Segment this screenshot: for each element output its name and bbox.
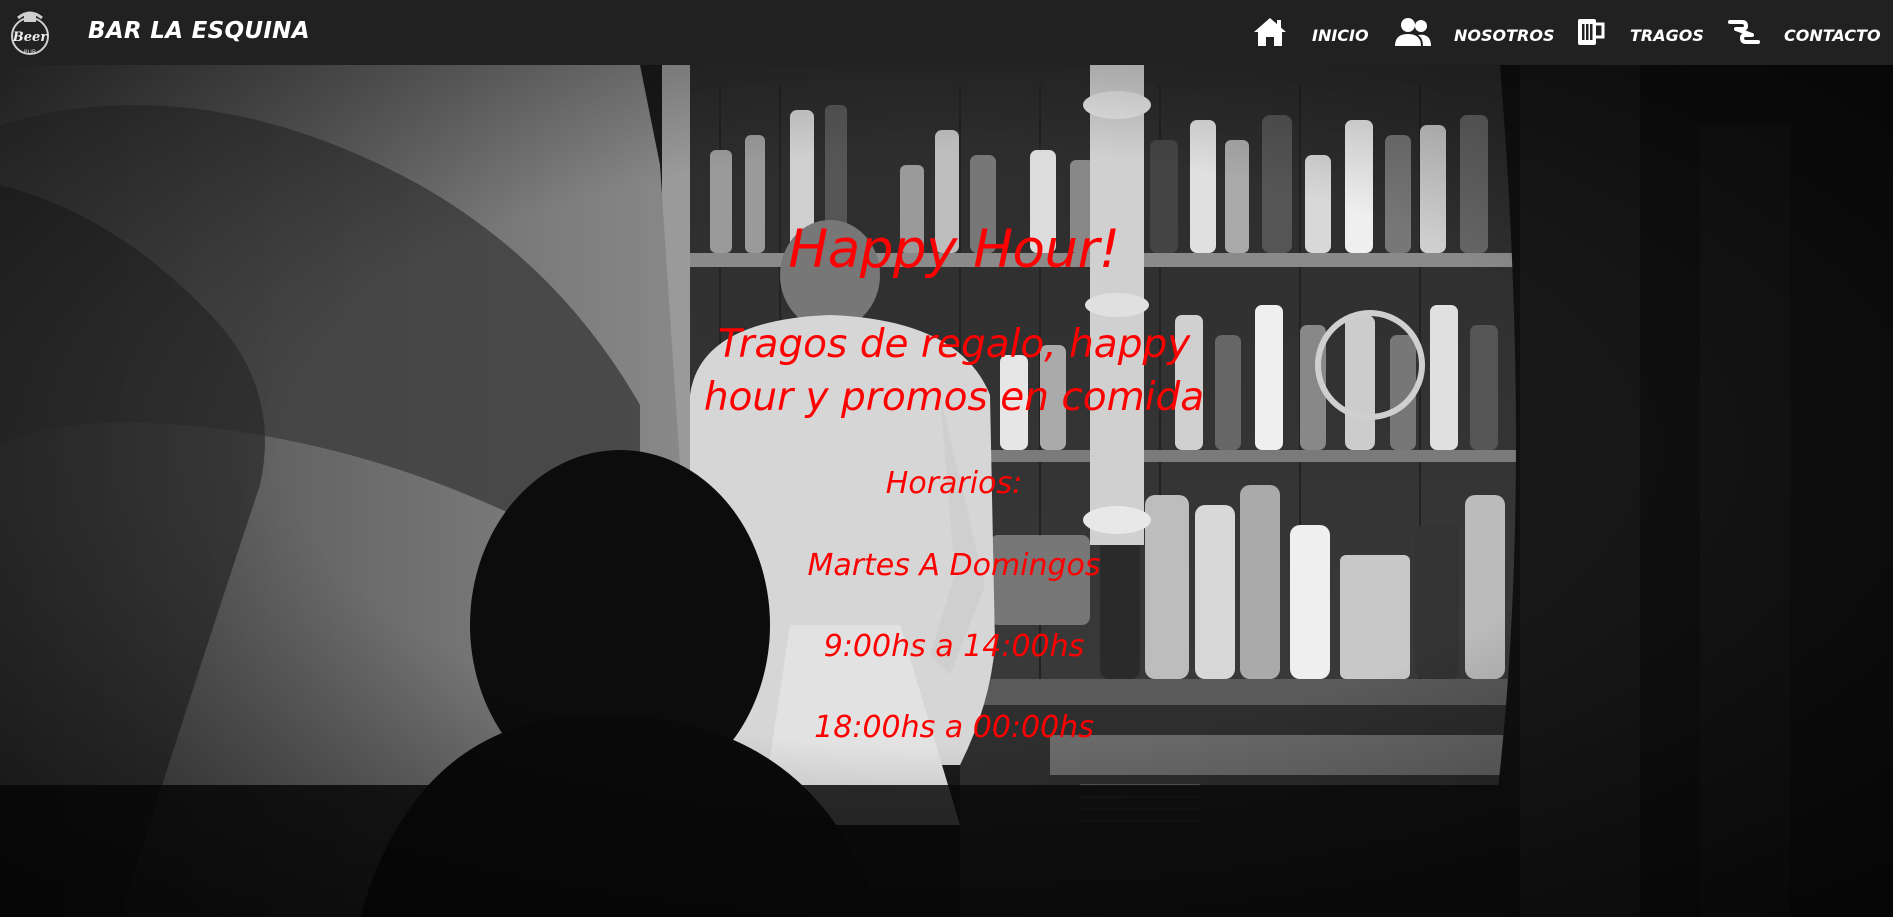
svg-text:Beer: Beer [12,30,49,45]
hero-title: Happy Hour! [788,219,1120,280]
nav-item-inicio[interactable]: INICIO [1252,12,1369,52]
nav-item-contacto[interactable]: CONTACTO [1728,12,1881,52]
schedule-heading: Horarios: [885,466,1023,501]
navbar: Beer PUB BAR LA ESQUINA INICIO NOSOTROS [0,0,1893,65]
happy-hour-info: Happy Hour! Tragos de regalo, happy hour… [696,220,1212,748]
handshake-icon [1728,16,1760,48]
beer-logo-icon[interactable]: Beer PUB [6,6,54,58]
nav-item-nosotros[interactable]: NOSOTROS [1394,12,1554,52]
nav-label-nosotros: NOSOTROS [1454,25,1555,45]
schedule-morning: 9:00hs a 14:00hs [823,629,1085,664]
brand-title[interactable]: BAR LA ESQUINA [88,16,310,46]
users-icon [1394,16,1431,48]
schedule-days: Martes A Domingos [807,548,1101,583]
svg-text:PUB: PUB [24,49,36,56]
hero-subtitle: Tragos de regalo, happy hour y promos en… [703,322,1205,420]
nav-label-inicio: INICIO [1312,25,1369,45]
nav-item-tragos[interactable]: TRAGOS [1576,12,1704,52]
nav-label-contacto: CONTACTO [1784,25,1881,45]
nav-label-tragos: TRAGOS [1630,25,1704,45]
hero-section: Happy Hour! Tragos de regalo, happy hour… [0,65,1893,917]
home-icon [1252,16,1288,48]
beer-mug-icon [1576,16,1606,48]
schedule-evening: 18:00hs a 00:00hs [814,710,1094,745]
